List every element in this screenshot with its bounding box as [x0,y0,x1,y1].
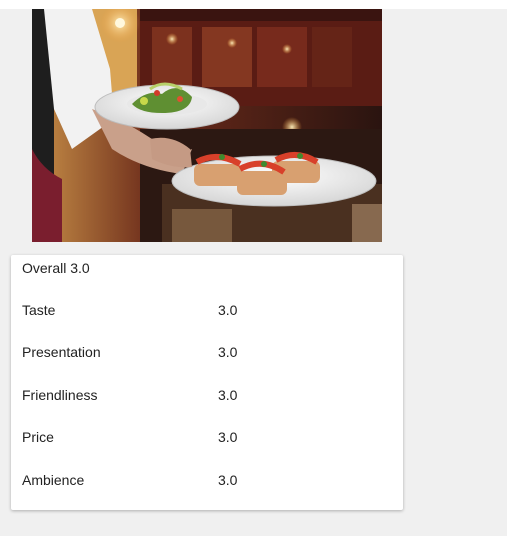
rating-label: Price [22,429,54,445]
rating-value: 3.0 [218,302,238,318]
rating-value: 3.0 [218,429,238,445]
rating-row-friendliness: Friendliness 3.0 [11,385,403,405]
rating-label: Friendliness [22,387,98,403]
rating-row-presentation: Presentation 3.0 [11,342,403,362]
rating-row-price: Price 3.0 [11,427,403,447]
restaurant-photo [32,9,382,242]
rating-label: Ambience [22,472,85,488]
rating-row-ambience: Ambience 3.0 [11,470,403,490]
rating-value: 3.0 [218,387,238,403]
rating-card: Overall 3.0 Taste 3.0 Presentation 3.0 F… [11,255,403,510]
rating-label: Taste [22,302,56,318]
rating-value: 3.0 [218,472,238,488]
rating-label: Presentation [22,344,101,360]
overall-rating: Overall 3.0 [22,260,90,276]
rating-row-taste: Taste 3.0 [11,300,403,320]
top-strip [0,0,507,9]
rating-value: 3.0 [218,344,238,360]
